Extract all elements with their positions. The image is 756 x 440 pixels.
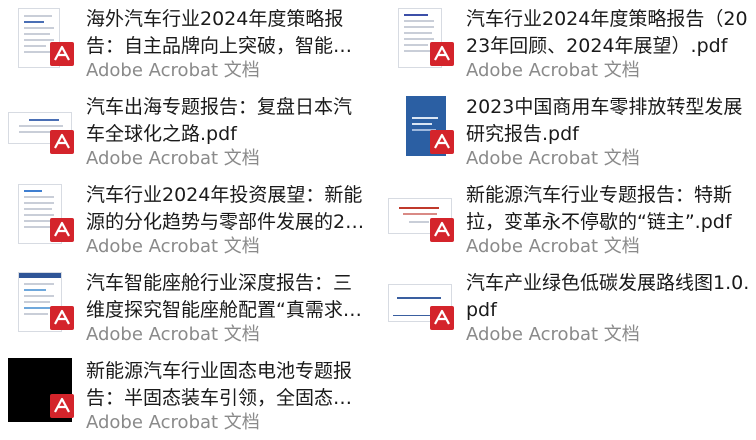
file-name[interactable]: 汽车行业2024年度策略报告（2023年回顾、2024年展望）.pdf	[466, 6, 752, 60]
file-name[interactable]: 汽车行业2024年投资展望：新能源的分化趋势与零部件发展的2.0时...	[86, 182, 368, 236]
file-item[interactable]: 汽车智能座舱行业深度报告：三维度探究智能座舱配置“真需求”.pdf Adobe …	[0, 264, 378, 352]
file-type: Adobe Acrobat 文档	[466, 60, 640, 81]
file-item[interactable]: 汽车行业2024年度策略报告（2023年回顾、2024年展望）.pdf Adob…	[380, 0, 756, 88]
file-item[interactable]: 2023中国商用车零排放转型发展研究报告.pdf Adobe Acrobat 文…	[380, 88, 756, 176]
pdf-icon	[430, 306, 454, 330]
file-type: Adobe Acrobat 文档	[466, 236, 640, 257]
file-type: Adobe Acrobat 文档	[86, 324, 260, 345]
file-name[interactable]: 汽车智能座舱行业深度报告：三维度探究智能座舱配置“真需求”.pdf	[86, 270, 368, 324]
file-name[interactable]: 汽车出海专题报告：复盘日本汽车全球化之路.pdf	[86, 94, 368, 148]
pdf-icon	[430, 218, 454, 242]
file-name[interactable]: 海外汽车行业2024年度策略报告：自主品牌向上突破，智能驾驶进...	[86, 6, 368, 60]
file-item[interactable]: 新能源汽车行业专题报告：特斯拉，变革永不停歇的“链主”.pdf Adobe Ac…	[380, 176, 756, 264]
pdf-icon	[50, 130, 74, 154]
pdf-icon	[430, 42, 454, 66]
file-type: Adobe Acrobat 文档	[86, 236, 260, 257]
file-item[interactable]: 海外汽车行业2024年度策略报告：自主品牌向上突破，智能驾驶进... Adobe…	[0, 0, 378, 88]
file-name[interactable]: 汽车产业绿色低碳发展路线图1.0.pdf	[466, 270, 752, 324]
file-item[interactable]: 新能源汽车行业固态电池专题报告：半固态装车引领，全固态未... Adobe Ac…	[0, 352, 378, 440]
file-type: Adobe Acrobat 文档	[86, 60, 260, 81]
file-name[interactable]: 新能源汽车行业专题报告：特斯拉，变革永不停歇的“链主”.pdf	[466, 182, 752, 236]
pdf-icon	[430, 130, 454, 154]
file-type: Adobe Acrobat 文档	[86, 412, 260, 433]
pdf-icon	[50, 218, 74, 242]
file-item[interactable]: 汽车出海专题报告：复盘日本汽车全球化之路.pdf Adobe Acrobat 文…	[0, 88, 378, 176]
file-name[interactable]: 新能源汽车行业固态电池专题报告：半固态装车引领，全固态未...	[86, 358, 368, 412]
pdf-icon	[50, 42, 74, 66]
file-item[interactable]: 汽车产业绿色低碳发展路线图1.0.pdf Adobe Acrobat 文档	[380, 264, 756, 352]
file-name[interactable]: 2023中国商用车零排放转型发展研究报告.pdf	[466, 94, 752, 148]
file-type: Adobe Acrobat 文档	[466, 148, 640, 169]
file-item[interactable]: 汽车行业2024年投资展望：新能源的分化趋势与零部件发展的2.0时... Ado…	[0, 176, 378, 264]
file-type: Adobe Acrobat 文档	[466, 324, 640, 345]
pdf-icon	[50, 306, 74, 330]
pdf-icon	[50, 394, 74, 418]
file-type: Adobe Acrobat 文档	[86, 148, 260, 169]
